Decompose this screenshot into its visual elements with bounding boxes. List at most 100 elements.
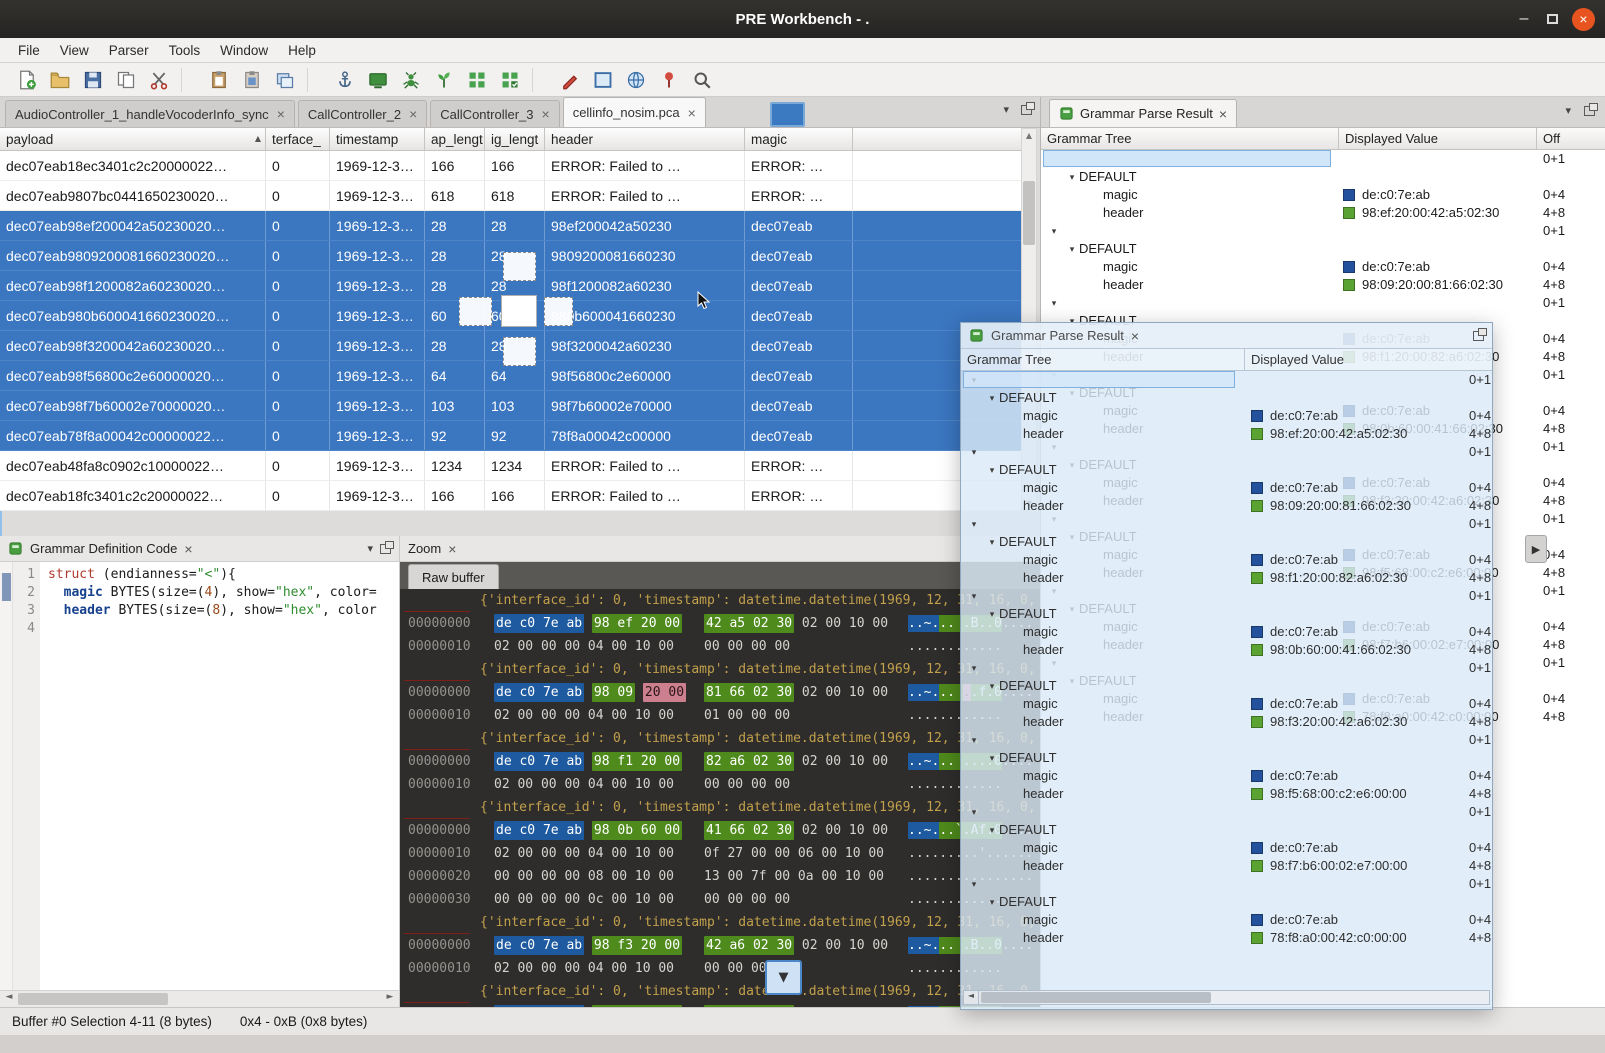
maximize-button[interactable]	[1547, 14, 1558, 24]
tree-struct-row[interactable]: ▾DEFAULT	[1041, 168, 1605, 186]
grid-add-icon[interactable]	[463, 66, 490, 93]
tree-field-header[interactable]: header98:ef:20:00:42:a5:02:304+8	[961, 425, 1492, 443]
floating-panel-titlebar[interactable]: Grammar Parse Result ×	[961, 323, 1492, 349]
code-panel-float-button[interactable]	[380, 544, 391, 554]
hex-row[interactable]: 00000000de c0 7e ab 98 ef 20 0042 a5 02 …	[400, 612, 1040, 635]
expander-icon[interactable]: ▾	[985, 462, 999, 480]
column-grammar-tree[interactable]: Grammar Tree	[1041, 128, 1339, 149]
tree-field-magic[interactable]: magicde:c0:7e:ab0+4	[961, 911, 1492, 929]
tree-struct-row[interactable]: ▾DEFAULT	[961, 461, 1492, 479]
tree-item-row[interactable]: ▾0+1	[961, 515, 1492, 533]
column-offset[interactable]: Off	[1537, 128, 1605, 149]
tree-field-header[interactable]: header98:f5:68:00:c2:e6:00:004+8	[961, 785, 1492, 803]
column-header-ig_lengt[interactable]: ig_lengt	[485, 128, 545, 150]
scroll-up-icon[interactable]: ▲	[1022, 131, 1036, 140]
tree-item-row[interactable]: ▾0+1	[961, 443, 1492, 461]
hex-row[interactable]: 0000001002 00 00 00 04 00 10 000f 27 00 …	[400, 842, 1040, 865]
hex-span[interactable]: 13 00 7f 00 0a 00 10 00	[704, 869, 884, 884]
document-tab-1[interactable]: AudioController_1_handleVocoderInfo_sync…	[5, 100, 295, 127]
copy-icon[interactable]	[112, 66, 139, 93]
parse-result-menu-button[interactable]: ▾	[1565, 104, 1571, 117]
raw-buffer-tab[interactable]: Raw buffer	[408, 564, 499, 589]
document-tab-2[interactable]: CallController_2×	[298, 100, 427, 127]
column-displayed-value[interactable]: Displayed Value	[1245, 349, 1492, 370]
menu-item-view[interactable]: View	[50, 38, 99, 62]
hex-row[interactable]: 0000001002 00 00 00 04 00 10 0001 00 00 …	[400, 704, 1040, 727]
scroll-right-icon[interactable]: ►	[382, 992, 398, 1002]
parse-result-close-icon[interactable]: ×	[1219, 106, 1227, 122]
tab-detach-icon[interactable]	[1021, 105, 1032, 115]
tree-field-header[interactable]: header98:f7:b6:00:02:e7:00:004+8	[961, 857, 1492, 875]
column-header-payload[interactable]: payload▲	[0, 128, 266, 150]
expander-icon[interactable]: ▾	[967, 444, 981, 462]
tree-field-magic[interactable]: magicde:c0:7e:ab0+4	[961, 623, 1492, 641]
expander-icon[interactable]: ▾	[967, 660, 981, 678]
hex-span[interactable]: 02 00 10 00	[802, 823, 888, 838]
hex-span[interactable]: de c0 7e ab	[494, 683, 584, 702]
column-header-terface_[interactable]: terface_	[266, 128, 330, 150]
tree-field-header[interactable]: header98:f1:20:00:82:a6:02:304+8	[961, 569, 1492, 587]
tree-field-magic[interactable]: magicde:c0:7e:ab0+4	[961, 479, 1492, 497]
tree-item-row[interactable]: ▾0+1	[961, 587, 1492, 605]
hex-span[interactable]: 98 ef 20 00	[592, 614, 682, 633]
hex-span[interactable]: 42 a6 02 30	[704, 936, 794, 955]
packet-row[interactable]: dec07eab9807bc0441650230020…01969-12-3…6…	[0, 181, 1021, 211]
hex-span[interactable]: 98 f1 20 00	[592, 752, 682, 771]
hex-span[interactable]: 02 00 10 00	[802, 616, 888, 631]
menu-item-file[interactable]: File	[8, 38, 50, 62]
open-folder-icon[interactable]	[46, 66, 73, 93]
ant-icon[interactable]	[397, 66, 424, 93]
hex-span[interactable]: 20 00	[643, 683, 686, 702]
hex-row[interactable]: 0000001002 00 00 00 04 00 10 0000 00 00 …	[400, 773, 1040, 796]
tree-item-row[interactable]: ▾0+1	[961, 371, 1492, 389]
scroll-left-icon[interactable]: ◄	[1, 992, 17, 1002]
tree-field-header[interactable]: header78:f8:a0:00:42:c0:00:004+8	[961, 929, 1492, 947]
floating-panel-dock-button[interactable]	[1473, 331, 1484, 341]
hex-row[interactable]: 0000003000 00 00 00 0c 00 10 0000 00 00 …	[400, 888, 1040, 911]
code-panel-close-icon[interactable]: ×	[184, 541, 192, 557]
globe-icon[interactable]	[622, 66, 649, 93]
hex-span[interactable]: 41 66 02 30	[704, 821, 794, 840]
scrollbar-thumb[interactable]	[18, 993, 168, 1005]
anchor-icon[interactable]	[331, 66, 358, 93]
column-header-header[interactable]: header	[545, 128, 745, 150]
frame-icon[interactable]	[589, 66, 616, 93]
expander-icon[interactable]: ▾	[967, 804, 981, 822]
scrollbar-thumb[interactable]	[1023, 181, 1035, 245]
tree-struct-row[interactable]: ▾DEFAULT	[961, 533, 1492, 551]
tree-item-row[interactable]: ▾0+1	[961, 803, 1492, 821]
tree-field-magic[interactable]: magicde:c0:7e:ab0+4	[1041, 258, 1605, 276]
tab-close-icon[interactable]: ×	[277, 109, 285, 119]
title-bar[interactable]: PRE Workbench - . – ×	[0, 0, 1605, 38]
expander-icon[interactable]: ▾	[985, 894, 999, 912]
packet-row[interactable]: dec07eab18ec3401c2c20000022…01969-12-3…1…	[0, 151, 1021, 181]
tree-struct-row[interactable]: ▾DEFAULT	[961, 749, 1492, 767]
tree-field-magic[interactable]: magicde:c0:7e:ab0+4	[961, 695, 1492, 713]
hex-span[interactable]: 02 00 10 00	[802, 754, 888, 769]
hex-span[interactable]: 02 00 00 00 04 00 10 00	[494, 708, 674, 723]
hex-span[interactable]: 02 00 00 00 04 00 10 00	[494, 777, 674, 792]
parse-result-tab[interactable]: Grammar Parse Result ×	[1049, 99, 1237, 127]
column-header-magic[interactable]: magic	[745, 128, 853, 150]
expander-icon[interactable]: ▾	[967, 588, 981, 606]
tree-struct-row[interactable]: ▾DEFAULT	[961, 893, 1492, 911]
menu-item-parser[interactable]: Parser	[99, 38, 159, 62]
tree-field-header[interactable]: header98:09:20:00:81:66:02:304+8	[961, 497, 1492, 515]
tree-item-row[interactable]: ▾0+1	[961, 875, 1492, 893]
parse-result-float-button[interactable]	[1584, 106, 1595, 116]
tree-field-magic[interactable]: magicde:c0:7e:ab0+4	[1041, 186, 1605, 204]
floating-panel-close-icon[interactable]: ×	[1131, 328, 1139, 344]
expander-icon[interactable]: ▾	[1065, 169, 1079, 187]
code-panel-titlebar[interactable]: Grammar Definition Code × ▾	[0, 536, 399, 562]
minimize-button[interactable]: –	[1515, 10, 1533, 28]
code-panel-menu-button[interactable]: ▾	[367, 542, 373, 555]
hex-view[interactable]: {'interface_id': 0, 'timestamp': datetim…	[400, 589, 1040, 1007]
document-tab-4[interactable]: cellinfo_nosim.pca×	[563, 97, 706, 127]
expander-icon[interactable]: ▾	[985, 750, 999, 768]
floating-grammar-parse-result[interactable]: Grammar Parse Result × Grammar Tree Disp…	[960, 322, 1493, 1010]
expander-icon[interactable]: ▾	[967, 516, 981, 534]
paste-icon[interactable]	[205, 66, 232, 93]
hex-span[interactable]: 00 00 00 00	[704, 639, 790, 654]
tree-item-row[interactable]: ▾0+1	[961, 731, 1492, 749]
tree-field-header[interactable]: header98:ef:20:00:42:a5:02:304+8	[1041, 204, 1605, 222]
